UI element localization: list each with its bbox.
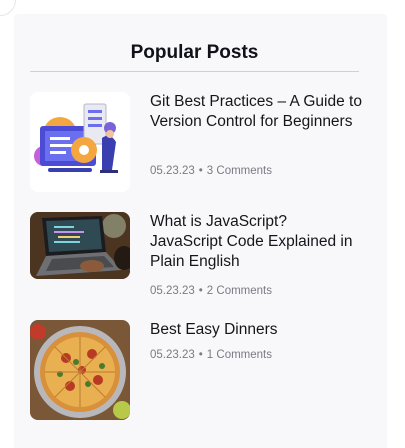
post-date: 05.23.23 bbox=[150, 165, 195, 177]
post-title-link[interactable]: What is JavaScript? JavaScript Code Expl… bbox=[150, 212, 362, 272]
post-title-link[interactable]: Git Best Practices – A Guide to Version … bbox=[150, 92, 362, 132]
post-date: 05.23.23 bbox=[150, 349, 195, 361]
meta-separator: • bbox=[198, 165, 203, 177]
pizza-photo-icon bbox=[30, 320, 130, 420]
comments-link[interactable]: 2 Comments bbox=[207, 285, 272, 297]
corner-decoration bbox=[0, 0, 16, 16]
git-illustration-icon bbox=[30, 92, 130, 192]
post-title-link[interactable]: Best Easy Dinners bbox=[150, 320, 362, 340]
widget-title: Popular Posts bbox=[130, 42, 259, 63]
post-item: Best Easy Dinners 05.23.23 • 1 Comments bbox=[30, 320, 359, 420]
comments-link[interactable]: 3 Comments bbox=[207, 165, 272, 177]
post-item: Git Best Practices – A Guide to Version … bbox=[30, 92, 362, 192]
meta-separator: • bbox=[198, 285, 203, 297]
post-meta: 05.23.23 • 1 Comments bbox=[150, 349, 272, 361]
post-meta: 05.23.23 • 2 Comments bbox=[150, 285, 272, 297]
meta-separator: • bbox=[198, 349, 203, 361]
post-date: 05.23.23 bbox=[150, 285, 195, 297]
popular-posts-widget: Popular Posts Git Best Practices – A Gui… bbox=[14, 14, 387, 448]
title-divider bbox=[30, 71, 359, 72]
post-item: What is JavaScript? JavaScript Code Expl… bbox=[30, 212, 359, 312]
comments-link[interactable]: 1 Comments bbox=[207, 349, 272, 361]
post-thumbnail[interactable] bbox=[30, 212, 130, 279]
post-meta: 05.23.23 • 3 Comments bbox=[150, 165, 272, 177]
laptop-code-photo-icon bbox=[30, 212, 130, 279]
post-thumbnail[interactable] bbox=[30, 92, 130, 192]
post-thumbnail[interactable] bbox=[30, 320, 130, 420]
